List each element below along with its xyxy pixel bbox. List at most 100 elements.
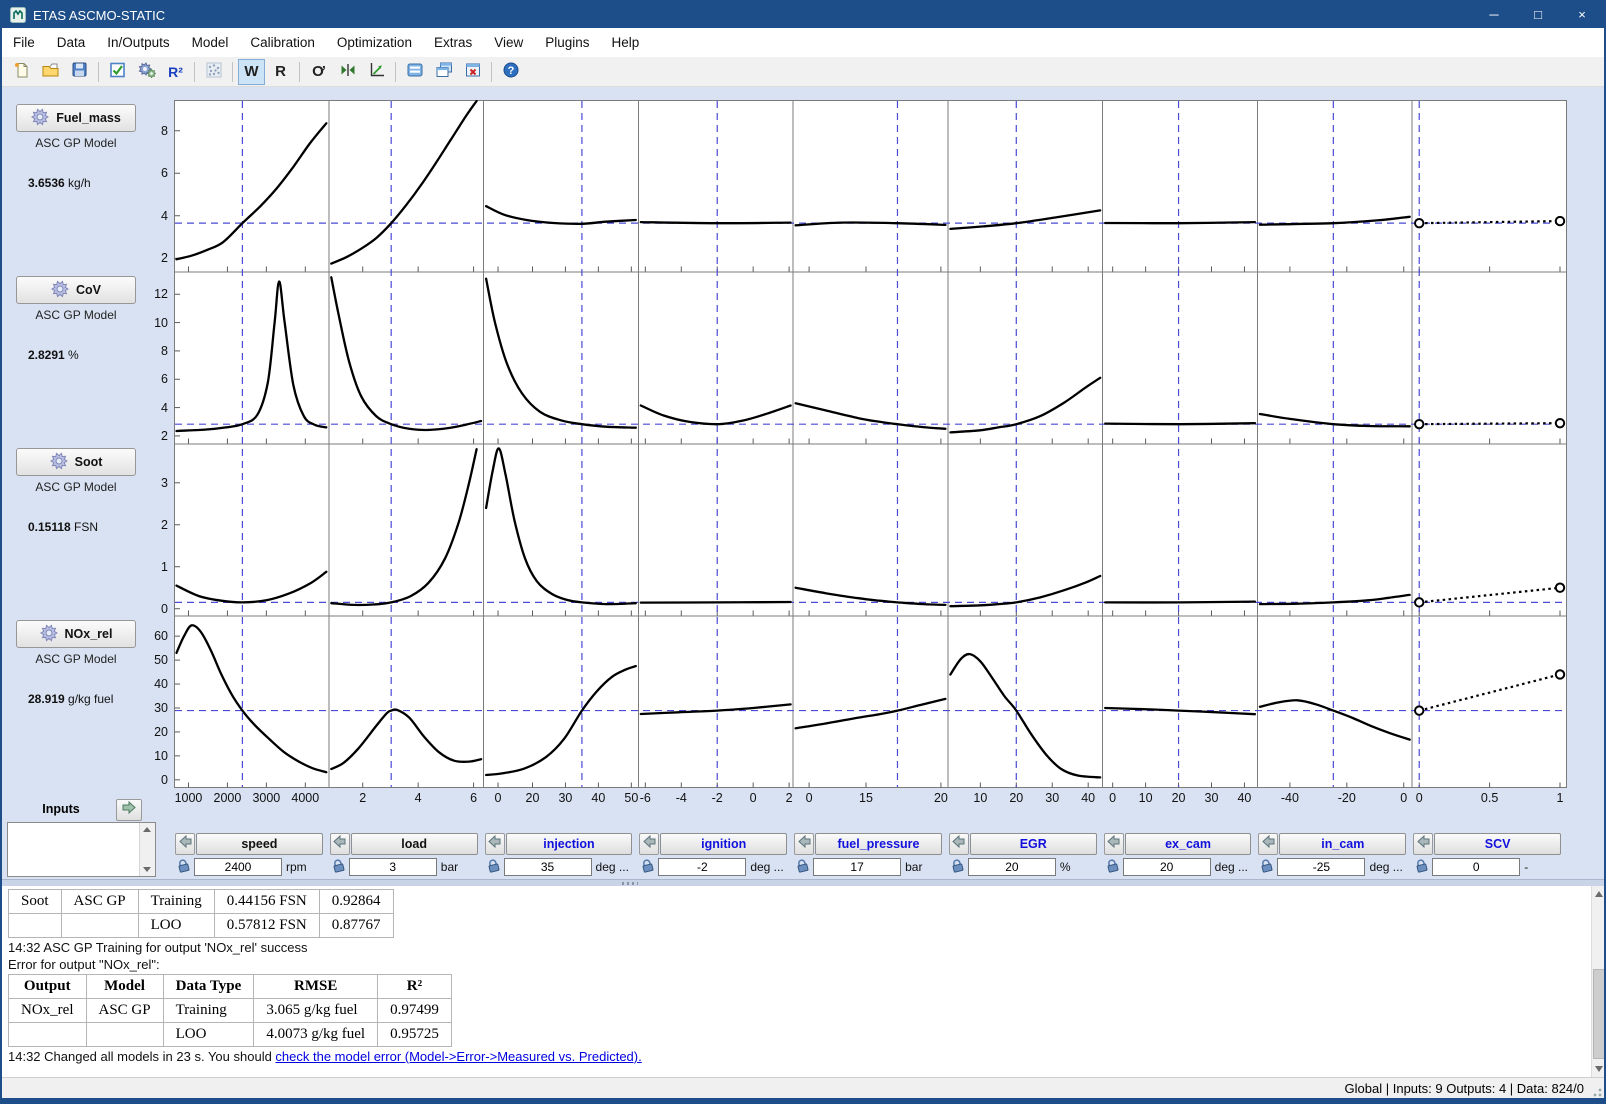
output-model-label: ASC GP Model xyxy=(2,652,150,666)
inputs-list-scrollbar[interactable] xyxy=(139,823,155,876)
input-button-scv[interactable]: SCV xyxy=(1434,833,1561,855)
menu-item-view[interactable]: View xyxy=(483,29,534,57)
x-tick-label: 2 xyxy=(786,791,793,805)
menu-item-calibration[interactable]: Calibration xyxy=(239,29,326,57)
table-cell: 4.0073 g/kg fuel xyxy=(254,1023,378,1047)
input-value-egr[interactable] xyxy=(968,858,1056,876)
inputs-listbox[interactable] xyxy=(7,822,156,877)
lock-icon[interactable] xyxy=(950,858,966,875)
output-button-soot[interactable]: Soot xyxy=(16,448,136,476)
input-prev-button-injection[interactable] xyxy=(485,833,505,855)
input-button-ex-cam[interactable]: ex_cam xyxy=(1125,833,1252,855)
input-value-speed[interactable] xyxy=(194,858,282,876)
menu-item-in-outputs[interactable]: In/Outputs xyxy=(96,29,180,57)
lock-icon[interactable] xyxy=(1105,858,1121,875)
close-window-button[interactable] xyxy=(459,59,486,85)
menu-item-extras[interactable]: Extras xyxy=(423,29,483,57)
inputs-transfer-button[interactable] xyxy=(116,799,142,821)
arrow-right-icon xyxy=(122,801,136,819)
x-tick-label: 50 xyxy=(624,791,638,805)
minimize-button[interactable]: ─ xyxy=(1472,2,1516,28)
menu-item-optimization[interactable]: Optimization xyxy=(326,29,423,57)
lock-icon[interactable] xyxy=(331,858,347,875)
log-scrollbar[interactable] xyxy=(1591,886,1606,1077)
input-button-ignition[interactable]: ignition xyxy=(660,833,787,855)
input-value-in-cam[interactable] xyxy=(1277,858,1365,876)
x-tick-label: 1000 xyxy=(175,791,203,805)
output-section-nox-rel: NOx_relASC GP Model28.919 g/kg fuel xyxy=(2,616,150,788)
lock-icon[interactable] xyxy=(176,858,192,875)
input-button-in-cam[interactable]: in_cam xyxy=(1279,833,1406,855)
check-model-error-link[interactable]: check the model error (Model->Error->Mea… xyxy=(275,1049,641,1064)
input-button-fuel-pressure[interactable]: fuel_pressure xyxy=(815,833,942,855)
input-prev-button-ex-cam[interactable] xyxy=(1104,833,1124,855)
input-button-load[interactable]: load xyxy=(351,833,478,855)
scatter-plot-button[interactable] xyxy=(200,59,227,85)
scroll-up-icon[interactable] xyxy=(1595,891,1603,897)
menu-item-file[interactable]: File xyxy=(2,29,46,57)
table-header-cell: Model xyxy=(86,975,163,999)
model-settings-button[interactable] xyxy=(133,59,160,85)
y-tick-label: 8 xyxy=(161,344,168,358)
menu-item-data[interactable]: Data xyxy=(46,29,97,57)
input-button-speed[interactable]: speed xyxy=(196,833,323,855)
message-log: SootASC GPTraining0.44156 FSN0.92864 LOO… xyxy=(2,886,1591,1077)
data-check-button[interactable] xyxy=(104,59,131,85)
output-button-fuel-mass[interactable]: Fuel_mass xyxy=(16,104,136,132)
scroll-down-icon[interactable] xyxy=(1595,1066,1603,1072)
weights-view-button[interactable]: W xyxy=(238,59,265,85)
input-prev-button-load[interactable] xyxy=(330,833,350,855)
splitter-grip[interactable] xyxy=(622,882,638,885)
lock-icon[interactable] xyxy=(640,858,656,875)
output-section-fuel-mass: Fuel_massASC GP Model3.6536 kg/h xyxy=(2,100,150,272)
input-value-load[interactable] xyxy=(349,858,437,876)
scrollbar-thumb[interactable] xyxy=(1593,969,1606,1059)
open-button[interactable] xyxy=(37,59,64,85)
input-button-egr[interactable]: EGR xyxy=(970,833,1097,855)
input-value-scv[interactable] xyxy=(1432,858,1520,876)
cascade-windows-button[interactable] xyxy=(430,59,457,85)
lock-icon[interactable] xyxy=(1259,858,1275,875)
menu-item-model[interactable]: Model xyxy=(181,29,240,57)
r-squared-button[interactable]: R² xyxy=(162,59,189,85)
input-prev-button-fuel-pressure[interactable] xyxy=(794,833,814,855)
maximize-button[interactable]: □ xyxy=(1516,2,1560,28)
measured-vs-predicted-button[interactable] xyxy=(363,59,390,85)
input-prev-button-egr[interactable] xyxy=(949,833,969,855)
input-column-injection: injectiondeg ... xyxy=(484,832,638,879)
y-tick-label: 10 xyxy=(154,316,168,330)
residuals-view-button[interactable]: R xyxy=(267,59,294,85)
lock-icon[interactable] xyxy=(486,858,502,875)
scroll-down-icon[interactable] xyxy=(143,867,151,872)
input-prev-button-scv[interactable] xyxy=(1413,833,1433,855)
menu-item-help[interactable]: Help xyxy=(601,29,651,57)
input-prev-button-in-cam[interactable] xyxy=(1258,833,1278,855)
input-value-ex-cam[interactable] xyxy=(1123,858,1211,876)
help-button[interactable]: ? xyxy=(497,59,524,85)
close-button[interactable]: × xyxy=(1560,2,1604,28)
scroll-up-icon[interactable] xyxy=(143,827,151,832)
resize-grip[interactable] xyxy=(1590,1085,1602,1097)
x-tick-label: 0 xyxy=(1400,791,1407,805)
intersection-plot-grid[interactable] xyxy=(174,100,1567,788)
lock-icon[interactable] xyxy=(795,858,811,875)
toolbar-separator xyxy=(491,62,492,82)
lock-icon[interactable] xyxy=(1414,858,1430,875)
input-button-injection[interactable]: injection xyxy=(506,833,633,855)
tile-windows-button[interactable] xyxy=(401,59,428,85)
input-prev-button-speed[interactable] xyxy=(175,833,195,855)
close-window-icon xyxy=(465,62,481,82)
menu-item-plugins[interactable]: Plugins xyxy=(534,29,600,57)
new-file-button[interactable] xyxy=(8,59,35,85)
save-button[interactable] xyxy=(66,59,93,85)
table-row: NOx_relASC GPTraining3.065 g/kg fuel0.97… xyxy=(9,999,452,1023)
intersection-plot-button[interactable] xyxy=(334,59,361,85)
input-value-ignition[interactable] xyxy=(658,858,746,876)
sigma-button[interactable]: Ơ xyxy=(305,59,332,85)
input-prev-button-ignition[interactable] xyxy=(639,833,659,855)
output-button-cov[interactable]: CoV xyxy=(16,276,136,304)
x-tick-label: 30 xyxy=(1205,791,1219,805)
output-button-nox-rel[interactable]: NOx_rel xyxy=(16,620,136,648)
input-value-fuel-pressure[interactable] xyxy=(813,858,901,876)
input-value-injection[interactable] xyxy=(504,858,592,876)
